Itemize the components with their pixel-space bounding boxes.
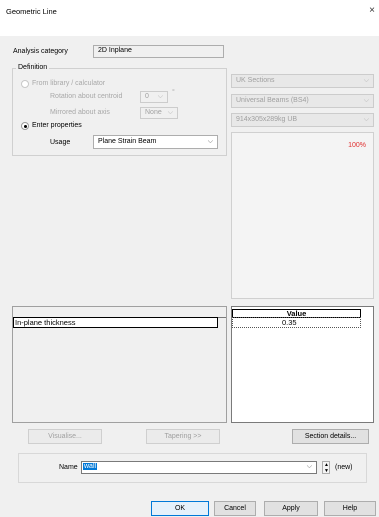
value-table: Value 0.35 <box>231 306 374 423</box>
chevron-down-icon: ⌵ <box>157 93 163 100</box>
usage-label: Usage <box>50 139 71 146</box>
cancel-button[interactable]: Cancel <box>214 501 256 516</box>
analysis-category-field: 2D Inplane <box>93 45 224 58</box>
size-combo[interactable]: 914x305x289kg UB ⌵ <box>231 113 374 127</box>
chevron-down-icon: ⌵ <box>363 116 369 123</box>
value-cell[interactable]: 0.35 <box>232 317 361 328</box>
section-preview-panel: 100% <box>231 132 374 299</box>
family-value: Universal Beams (BS4) <box>236 97 309 104</box>
preview-scale: 100% <box>348 142 366 149</box>
enter-properties-radio[interactable] <box>21 122 29 130</box>
title-separator <box>0 24 379 36</box>
table-row-label: In-plane thickness <box>13 317 218 328</box>
help-button[interactable]: Help <box>324 501 376 516</box>
dialog-window: Geometric Line × Analysis category 2D In… <box>0 0 379 517</box>
tapering-button[interactable]: Tapering >> <box>146 429 220 444</box>
name-value[interactable]: wall <box>83 463 98 470</box>
usage-value: Plane Strain Beam <box>98 138 157 145</box>
rotation-label: Rotation about centroid <box>50 93 123 100</box>
sections-combo[interactable]: UK Sections ⌵ <box>231 74 374 88</box>
chevron-down-icon: ⌵ <box>306 463 312 470</box>
close-icon[interactable]: × <box>369 5 375 16</box>
name-combo[interactable]: wall ⌵ <box>81 461 317 474</box>
mirrored-combo[interactable]: None ⌵ <box>140 107 178 119</box>
enter-properties-label: Enter properties <box>32 122 82 129</box>
from-library-label: From library / calculator <box>32 80 106 87</box>
chevron-down-icon: ⌵ <box>363 97 369 104</box>
property-table: In-plane thickness <box>12 306 227 423</box>
rotation-combo[interactable]: 0 ⌵ <box>140 91 168 103</box>
chevron-down-icon: ⌵ <box>363 77 369 84</box>
window-title: Geometric Line <box>6 7 57 16</box>
rotation-unit: ° <box>172 89 175 96</box>
ok-button[interactable]: OK <box>151 501 209 516</box>
title-bar: Geometric Line × <box>0 0 379 24</box>
name-spinner[interactable]: ▲ ▼ <box>322 461 330 474</box>
apply-button[interactable]: Apply <box>264 501 318 516</box>
rotation-value: 0 <box>145 93 149 100</box>
definition-group-label: Definition <box>16 64 50 71</box>
analysis-category-label: Analysis category <box>13 48 68 55</box>
sections-value: UK Sections <box>236 77 275 84</box>
chevron-down-icon: ⌵ <box>207 138 213 145</box>
new-indicator: (new) <box>335 464 353 471</box>
section-details-button[interactable]: Section details... <box>292 429 369 444</box>
mirrored-label: Mirrored about axis <box>50 109 110 116</box>
family-combo[interactable]: Universal Beams (BS4) ⌵ <box>231 94 374 108</box>
usage-combo[interactable]: Plane Strain Beam ⌵ <box>93 135 218 149</box>
chevron-down-icon: ⌵ <box>167 109 173 116</box>
visualise-button[interactable]: Visualise... <box>28 429 102 444</box>
spin-down-icon[interactable]: ▼ <box>324 468 329 474</box>
size-value: 914x305x289kg UB <box>236 116 298 123</box>
from-library-radio[interactable] <box>21 80 29 88</box>
name-label: Name <box>59 464 78 471</box>
mirrored-value: None <box>145 109 162 116</box>
